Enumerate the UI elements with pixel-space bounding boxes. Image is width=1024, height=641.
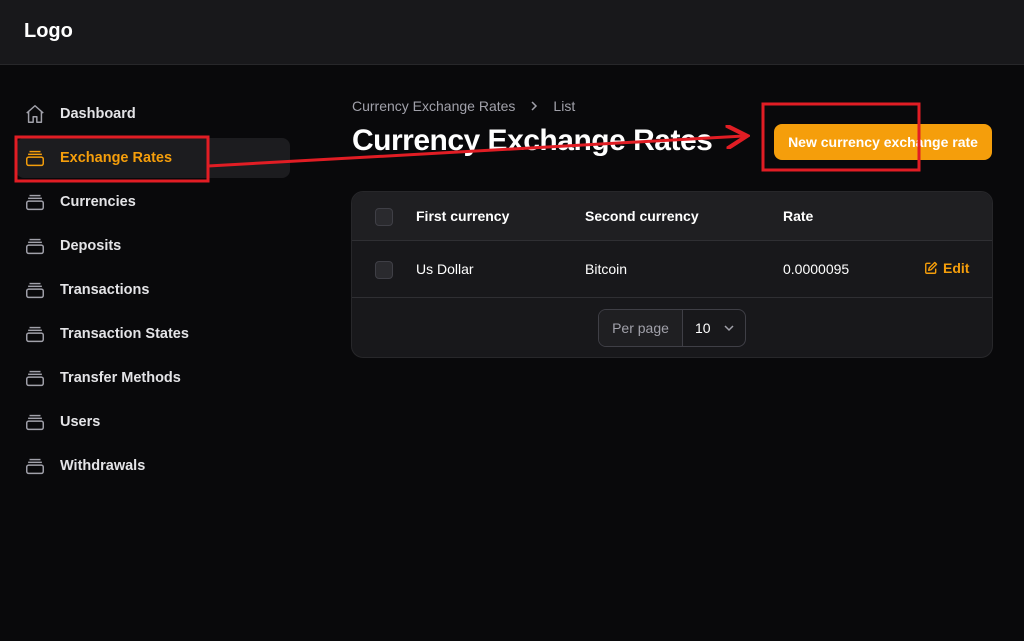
sidebar-item-deposits[interactable]: Deposits	[16, 226, 290, 266]
edit-label: Edit	[943, 260, 970, 276]
stack-icon	[24, 455, 46, 477]
sidebar-item-currencies[interactable]: Currencies	[16, 182, 290, 222]
sidebar-item-label: Dashboard	[60, 106, 136, 122]
column-header-second-currency[interactable]: Second currency	[585, 208, 699, 224]
cell-second-currency: Bitcoin	[585, 261, 628, 277]
sidebar-item-withdrawals[interactable]: Withdrawals	[16, 446, 290, 486]
page-title: Currency Exchange Rates	[352, 124, 713, 157]
sidebar-item-transfer-methods[interactable]: Transfer Methods	[16, 358, 290, 398]
row-checkbox[interactable]	[375, 261, 393, 279]
select-all-checkbox[interactable]	[375, 208, 393, 226]
cell-rate: 0.0000095	[783, 261, 850, 277]
stack-icon	[24, 147, 46, 169]
new-exchange-rate-button[interactable]: New currency exchange rate	[774, 124, 992, 160]
per-page-value: 10	[695, 320, 711, 336]
sidebar: Dashboard Exchange Rates Currencies Depo…	[16, 94, 290, 490]
chevron-down-icon	[724, 325, 734, 332]
sidebar-item-transaction-states[interactable]: Transaction States	[16, 314, 290, 354]
stack-icon	[24, 235, 46, 257]
breadcrumb-current: List	[553, 98, 576, 114]
breadcrumb: Currency Exchange Rates List	[352, 98, 575, 114]
table-row: Us Dollar Bitcoin 0.0000095 Edit	[352, 241, 992, 298]
sidebar-item-label: Currencies	[60, 194, 136, 210]
breadcrumb-link[interactable]: Currency Exchange Rates	[352, 98, 515, 114]
sidebar-item-label: Users	[60, 414, 101, 430]
table-header: First currency Second currency Rate	[352, 192, 992, 241]
sidebar-item-label: Withdrawals	[60, 458, 146, 474]
sidebar-item-users[interactable]: Users	[16, 402, 290, 442]
column-header-rate[interactable]: Rate	[783, 208, 813, 224]
stack-icon	[24, 367, 46, 389]
stack-icon	[24, 279, 46, 301]
sidebar-item-label: Transactions	[60, 282, 150, 298]
sidebar-item-label: Exchange Rates	[60, 150, 173, 166]
per-page-label: Per page	[599, 310, 683, 346]
top-bar: Logo	[0, 0, 1024, 65]
pagination-per-page: Per page 10	[598, 309, 746, 347]
cell-first-currency: Us Dollar	[416, 261, 474, 277]
chevron-right-icon	[529, 100, 539, 112]
stack-icon	[24, 191, 46, 213]
home-icon	[24, 103, 46, 125]
edit-button[interactable]: Edit	[924, 260, 969, 276]
stack-icon	[24, 323, 46, 345]
per-page-select[interactable]: 10	[683, 310, 745, 346]
stack-icon	[24, 411, 46, 433]
sidebar-item-label: Transfer Methods	[60, 370, 181, 386]
sidebar-item-dashboard[interactable]: Dashboard	[16, 94, 290, 134]
column-header-first-currency[interactable]: First currency	[416, 208, 509, 224]
edit-icon	[925, 261, 938, 274]
sidebar-item-label: Deposits	[60, 238, 122, 254]
sidebar-item-exchange-rates[interactable]: Exchange Rates	[16, 138, 290, 178]
sidebar-item-label: Transaction States	[60, 326, 189, 342]
exchange-rates-table: First currency Second currency Rate Us D…	[351, 191, 993, 358]
sidebar-item-transactions[interactable]: Transactions	[16, 270, 290, 310]
logo[interactable]: Logo	[24, 20, 73, 43]
